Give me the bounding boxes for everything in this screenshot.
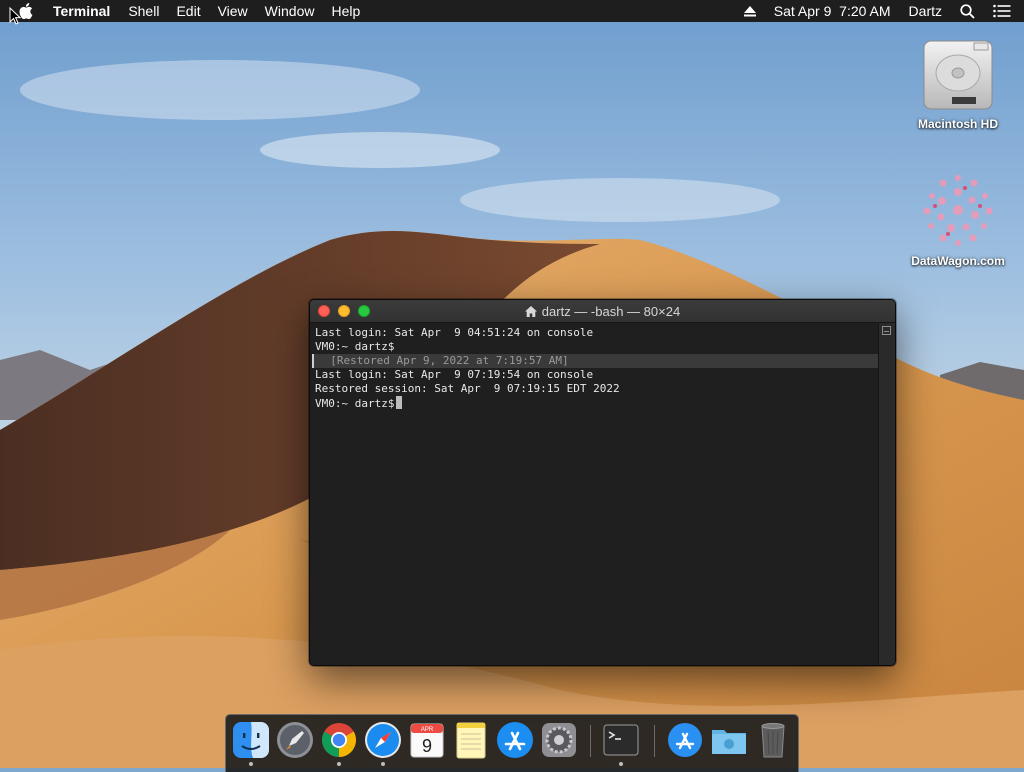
dock-item-safari[interactable] — [363, 720, 403, 766]
restored-session-marker: [Restored Apr 9, 2022 at 7:19:57 AM] — [312, 354, 893, 368]
home-icon — [524, 305, 537, 317]
window-title-text: dartz — -bash — 80×24 — [541, 303, 681, 319]
split-pane-icon[interactable] — [882, 326, 891, 335]
running-indicator — [619, 762, 623, 766]
dock: APR 9 — [225, 714, 799, 772]
terminal-output[interactable]: Last login: Sat Apr 9 04:51:24 on consol… — [310, 323, 893, 665]
terminal-icon — [603, 724, 639, 756]
calendar-icon: APR 9 — [410, 723, 444, 758]
desktop-icon-macintosh-hd[interactable]: Macintosh HD — [903, 33, 1013, 131]
menu-bar-status-area: Sat Apr 9 7:20 AM Dartz — [743, 0, 1024, 22]
downloads-folder-icon — [712, 730, 746, 754]
running-indicator — [381, 762, 385, 766]
list-icon[interactable] — [993, 4, 1011, 18]
dock-separator — [590, 725, 591, 757]
safari-icon — [365, 722, 401, 758]
notes-icon — [456, 722, 486, 759]
terminal-line: VM0:~ dartz$ — [315, 340, 395, 353]
desktop-icon-label: DataWagon.com — [911, 254, 1005, 268]
hard-drive-icon — [918, 33, 998, 113]
dock-item-chrome[interactable] — [319, 720, 359, 766]
terminal-prompt-line[interactable]: VM0:~ dartz$ — [315, 396, 879, 410]
terminal-line: Last login: Sat Apr 9 07:19:54 on consol… — [315, 368, 594, 381]
eject-icon[interactable] — [743, 5, 756, 17]
menu-view[interactable]: View — [218, 3, 248, 19]
menu-help[interactable]: Help — [331, 3, 360, 19]
window-title: dartz — -bash — 80×24 — [524, 303, 681, 319]
menu-bar: Terminal Shell Edit View Window Help Sat… — [0, 0, 1024, 22]
menu-user[interactable]: Dartz — [909, 3, 942, 19]
text-cursor — [396, 396, 403, 409]
window-controls — [318, 305, 378, 317]
dock-item-calendar[interactable]: APR 9 — [407, 720, 447, 760]
calendar-day: 9 — [422, 736, 432, 756]
terminal-line: Restored session: Sat Apr 9 07:19:15 EDT… — [315, 382, 620, 395]
dock-item-terminal[interactable] — [601, 720, 641, 766]
menu-clock[interactable]: Sat Apr 9 7:20 AM — [774, 3, 891, 19]
dock-item-downloads[interactable] — [709, 720, 749, 760]
search-icon[interactable] — [960, 3, 975, 19]
menu-app-terminal[interactable]: Terminal — [53, 3, 110, 19]
terminal-prompt: VM0:~ dartz$ — [315, 397, 395, 410]
apple-icon[interactable] — [19, 2, 37, 20]
mouse-pointer-icon — [9, 6, 22, 30]
app-store-icon — [497, 722, 533, 758]
launchpad-icon — [277, 722, 313, 758]
dock-item-launchpad[interactable] — [275, 720, 315, 760]
dock-item-app-store[interactable] — [495, 720, 535, 760]
chrome-icon — [322, 723, 356, 757]
terminal-window[interactable]: dartz — -bash — 80×24 Last login: Sat Ap… — [309, 299, 896, 666]
dock-item-applications[interactable] — [665, 720, 705, 760]
dock-separator — [654, 725, 655, 757]
terminal-scrollbar[interactable] — [878, 323, 895, 665]
minimize-button[interactable] — [338, 305, 350, 317]
menu-edit[interactable]: Edit — [176, 3, 200, 19]
zoom-button[interactable] — [358, 305, 370, 317]
trash-icon — [761, 723, 785, 758]
dock-item-trash[interactable] — [753, 720, 793, 760]
running-indicator — [337, 762, 341, 766]
terminal-line: Last login: Sat Apr 9 04:51:24 on consol… — [315, 326, 594, 339]
close-button[interactable] — [318, 305, 330, 317]
calendar-month: APR — [421, 727, 434, 733]
applications-folder-icon — [668, 723, 702, 757]
menu-shell[interactable]: Shell — [128, 3, 159, 19]
window-titlebar[interactable]: dartz — -bash — 80×24 — [310, 300, 895, 323]
dock-item-system-preferences[interactable] — [539, 720, 579, 760]
datawagon-logo-icon — [918, 170, 998, 250]
dock-item-finder[interactable] — [231, 720, 271, 766]
dock-item-notes[interactable] — [451, 720, 491, 760]
running-indicator — [249, 762, 253, 766]
system-preferences-icon — [542, 723, 576, 757]
finder-icon — [233, 722, 269, 758]
menu-window[interactable]: Window — [265, 3, 315, 19]
desktop-icon-label: Macintosh HD — [917, 117, 998, 131]
desktop-icon-datawagon[interactable]: DataWagon.com — [903, 170, 1013, 268]
